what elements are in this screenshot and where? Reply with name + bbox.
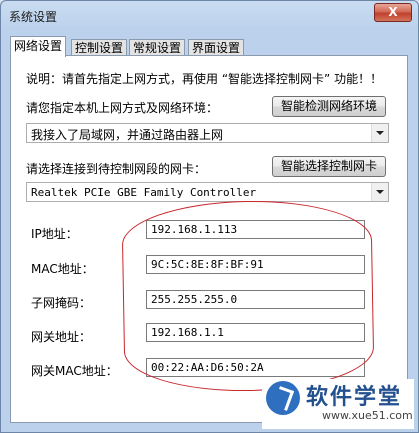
chevron-down-icon[interactable] [371, 124, 388, 142]
watermark-logo-icon [266, 381, 300, 415]
access-mode-label: 请您指定本机上网方式及网络环境： [26, 101, 219, 115]
gateway-address-label: 网关地址： [31, 330, 92, 344]
nic-label: 请选择连接到待控制网段的网卡： [26, 162, 207, 176]
access-mode-value: 我接入了局域网，并通过路由器上网 [31, 128, 224, 142]
subnet-mask-label: 子网掩码： [31, 296, 92, 310]
nic-value: Realtek PCIe GBE Family Controller [31, 186, 257, 199]
window-title: 系统设置 [9, 10, 58, 24]
tab-interface-settings[interactable]: 界面设置 [188, 39, 245, 56]
watermark-title: 软件学堂 [306, 385, 403, 410]
ip-address-label: IP地址： [31, 227, 78, 241]
chevron-down-icon[interactable] [371, 183, 388, 201]
gateway-mac-label: 网关MAC地址： [31, 364, 118, 378]
highlight-annotation [121, 198, 375, 394]
settings-window: 系统设置 X 网络设置 控制设置 常规设置 界面设置 说明：请首先指定上网方式，… [0, 0, 419, 433]
mac-address-label: MAC地址： [31, 262, 94, 276]
watermark-url: www.xue51.com [322, 409, 413, 422]
watermark: 软件学堂 www.xue51.com [262, 379, 414, 429]
tab-general-settings[interactable]: 常规设置 [129, 39, 186, 56]
select-nic-button[interactable]: 智能选择控制网卡 [272, 156, 386, 177]
notice-text: 说明：请首先指定上网方式，再使用 “智能选择控制网卡” 功能！！ [26, 72, 383, 86]
tab-network-settings[interactable]: 网络设置 [10, 36, 67, 57]
detect-network-button[interactable]: 智能检测网络环境 [272, 96, 386, 117]
nic-select[interactable]: Realtek PCIe GBE Family Controller [26, 182, 389, 202]
tab-control-settings[interactable]: 控制设置 [71, 39, 128, 56]
access-mode-select[interactable]: 我接入了局域网，并通过路由器上网 [26, 123, 389, 143]
close-button[interactable]: X [374, 3, 412, 22]
